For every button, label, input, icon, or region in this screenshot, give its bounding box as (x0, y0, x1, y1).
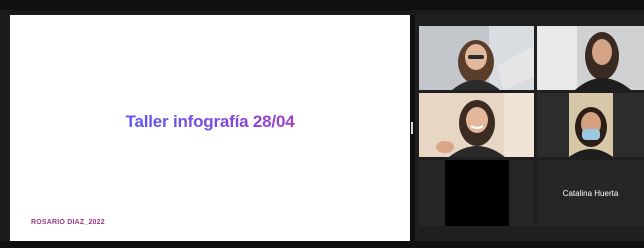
participant-name: Catalina Huerta (562, 189, 619, 198)
participant-video (537, 26, 644, 90)
participant-video-tile[interactable] (419, 93, 534, 157)
participant-video (419, 93, 534, 157)
video-off-area (445, 160, 509, 226)
gallery-view: Catalina Huerta (415, 15, 644, 241)
participant-video-tile[interactable] (419, 160, 534, 226)
bottom-bar (0, 241, 644, 248)
resize-handle-icon[interactable] (411, 122, 413, 134)
top-bar (0, 0, 644, 10)
participant-video-tile[interactable] (537, 26, 644, 90)
shared-screen: Taller infografía 28/04 ROSARIO DIAZ_202… (10, 15, 410, 241)
participant-video (419, 26, 534, 90)
slide-title: Taller infografía 28/04 (10, 112, 410, 132)
slide-credit: ROSARIO DIAZ_2022 (31, 219, 105, 226)
participant-video-tile[interactable]: Catalina Huerta (537, 160, 644, 226)
participant-video (537, 93, 644, 157)
participant-video-tile[interactable] (419, 26, 534, 90)
participant-video-tile[interactable] (537, 93, 644, 157)
